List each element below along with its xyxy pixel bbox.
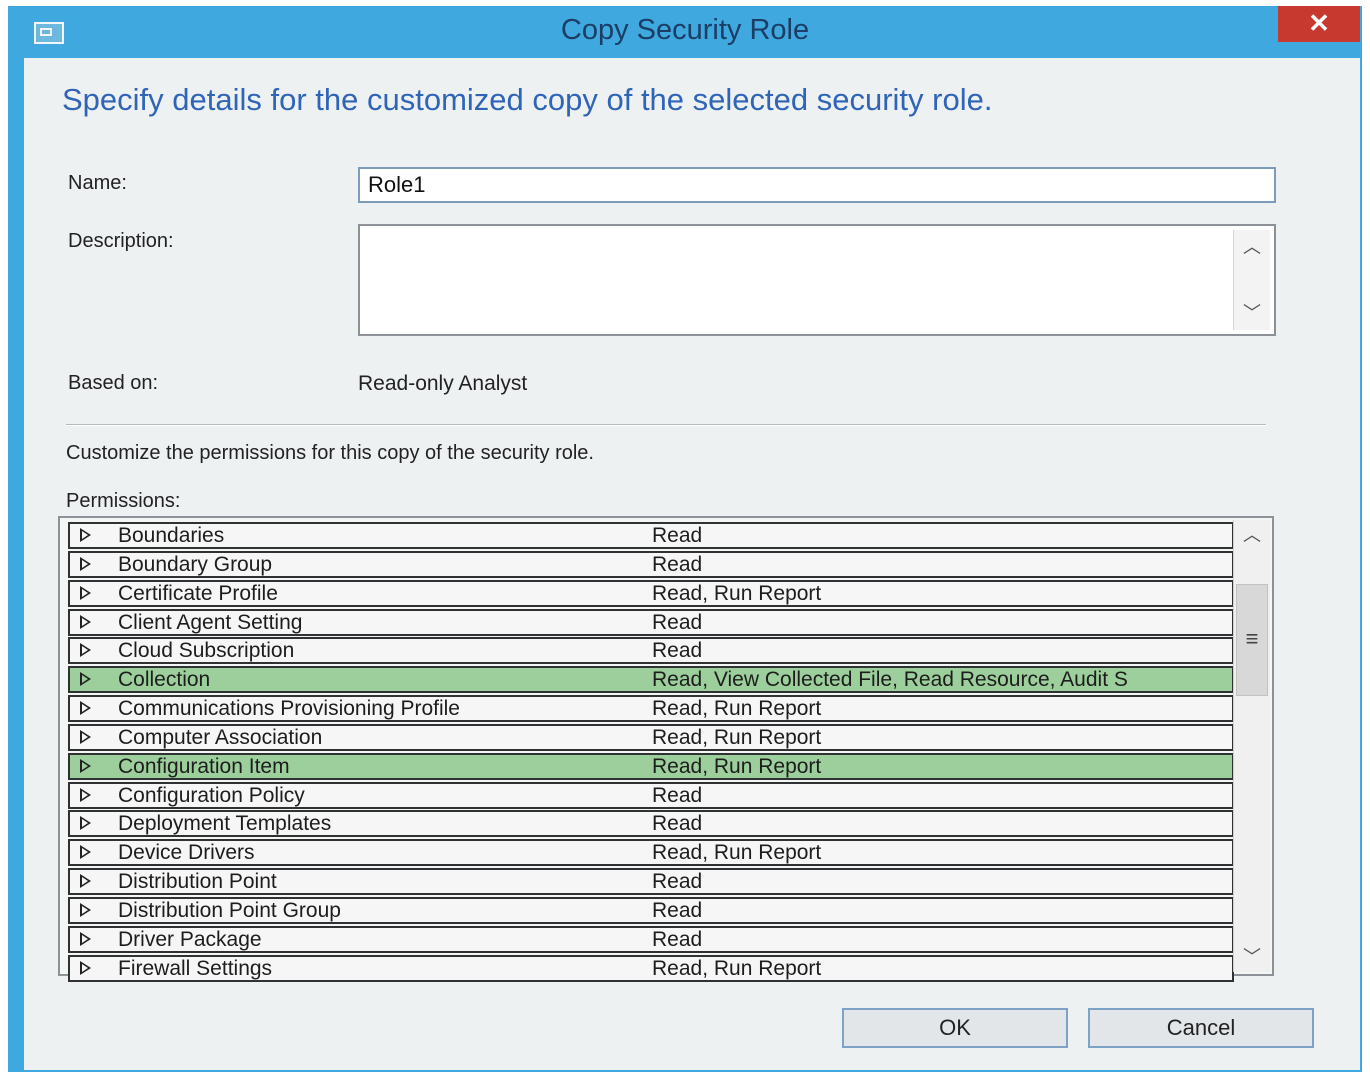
cancel-button[interactable]: Cancel [1088, 1008, 1314, 1048]
permission-value: Read [652, 524, 703, 547]
based-on-label: Based on: [68, 372, 159, 394]
permission-row[interactable]: Boundaries Read [68, 522, 1234, 549]
expand-arrow-icon[interactable] [80, 701, 91, 716]
scroll-down-icon[interactable]: ﹀ [1234, 298, 1270, 328]
permission-name: Collection [118, 668, 211, 692]
permission-name: Distribution Point [118, 870, 277, 894]
expand-arrow-icon[interactable] [80, 874, 91, 889]
based-on-value: Read-only Analyst [358, 372, 528, 395]
permission-value: Read [652, 639, 703, 663]
permission-value: Read, View Collected File, Read Resource… [652, 668, 1128, 692]
permission-row[interactable]: Communications Provisioning Profile Read,… [68, 695, 1234, 723]
permission-row[interactable]: Certificate Profile Read, Run Report [68, 579, 1234, 607]
name-label: Name: [68, 172, 127, 194]
permission-row[interactable]: Client Agent Setting Read [68, 608, 1234, 636]
expand-arrow-icon[interactable] [80, 845, 91, 860]
customize-instructions: Customize the permissions for this copy … [66, 442, 594, 464]
permission-name: Driver Package [118, 927, 262, 951]
expand-arrow-icon[interactable] [80, 643, 91, 658]
permission-name: Boundaries [118, 524, 225, 547]
expand-arrow-icon[interactable] [80, 672, 91, 687]
permission-value: Read, Run Report [652, 754, 822, 778]
permission-name: Configuration Item [118, 754, 290, 778]
expand-arrow-icon[interactable] [80, 556, 91, 571]
expand-arrow-icon[interactable] [80, 902, 91, 917]
permissions-scrollbar[interactable]: ︿ ≡ ﹀ [1233, 520, 1270, 972]
permission-value: Read, Run Report [652, 697, 822, 721]
permission-value: Read, Run Report [652, 956, 822, 980]
name-field[interactable] [358, 167, 1276, 203]
dialog-body: Specify details for the customized copy … [24, 58, 1360, 1070]
permission-row[interactable]: Distribution Point Group Read [68, 896, 1234, 924]
scroll-down-icon[interactable]: ﹀ [1234, 942, 1270, 972]
dialog-heading: Specify details for the customized copy … [62, 82, 993, 117]
permission-value: Read [652, 610, 703, 634]
permission-value: Read [652, 898, 703, 922]
permission-name: Certificate Profile [118, 581, 278, 605]
scroll-thumb[interactable]: ≡ [1236, 584, 1268, 696]
permission-row[interactable]: Computer Association Read, Run Report [68, 723, 1234, 751]
permission-value: Read [652, 812, 703, 836]
permission-value: Read, Run Report [652, 841, 822, 865]
permission-row[interactable]: Distribution Point Read [68, 868, 1234, 896]
scroll-up-icon[interactable]: ︿ [1234, 520, 1270, 550]
permission-name: Cloud Subscription [118, 639, 295, 663]
permission-row[interactable]: Boundary Group Read [68, 550, 1234, 578]
permissions-label: Permissions: [66, 490, 181, 512]
permission-name: Communications Provisioning Profile [118, 697, 460, 721]
expand-arrow-icon[interactable] [80, 931, 91, 946]
permission-name: Boundary Group [118, 552, 273, 576]
permission-name: Firewall Settings [118, 956, 273, 980]
permission-row[interactable]: Device Drivers Read, Run Report [68, 839, 1234, 867]
description-label: Description: [68, 230, 174, 252]
description-field[interactable] [360, 226, 1232, 334]
permission-value: Read [652, 927, 703, 951]
separator [66, 424, 1266, 426]
permission-name: Computer Association [118, 725, 323, 749]
permission-name: Distribution Point Group [118, 898, 341, 922]
description-box: ︿ ﹀ [358, 224, 1276, 336]
ok-button[interactable]: OK [842, 1008, 1068, 1048]
permission-name: Deployment Templates [118, 812, 332, 836]
copy-security-role-dialog: Copy Security Role ✕ Specify details for… [8, 6, 1362, 1072]
permission-row[interactable]: Collection Read, View Collected File, Rea… [68, 666, 1234, 694]
permission-row[interactable]: Configuration Item Read, Run Report [68, 752, 1234, 780]
close-button[interactable]: ✕ [1278, 6, 1360, 42]
permission-name: Client Agent Setting [118, 610, 303, 634]
permission-name: Device Drivers [118, 841, 255, 865]
permissions-list[interactable]: Boundaries Read Boundary Group Read Certific… [58, 516, 1274, 982]
permission-value: Read, Run Report [652, 581, 822, 605]
permission-row[interactable]: Driver Package Read [68, 925, 1234, 953]
permission-value: Read [652, 870, 703, 894]
window-title: Copy Security Role [560, 14, 810, 46]
permission-value: Read, Run Report [652, 725, 822, 749]
expand-arrow-icon[interactable] [80, 729, 91, 744]
expand-arrow-icon[interactable] [80, 528, 91, 542]
permission-row[interactable]: Deployment Templates Read [68, 810, 1234, 838]
expand-arrow-icon[interactable] [80, 585, 91, 600]
title-bar[interactable]: Copy Security Role ✕ [8, 6, 1362, 58]
description-scrollbar[interactable]: ︿ ﹀ [1233, 230, 1270, 330]
permissions-rows: Boundaries Read Boundary Group Read Certific… [68, 522, 1234, 984]
permission-row[interactable]: Configuration Policy Read [68, 781, 1234, 809]
expand-arrow-icon[interactable] [80, 758, 91, 773]
permission-name: Configuration Policy [118, 783, 305, 807]
scroll-up-icon[interactable]: ︿ [1234, 232, 1270, 262]
permission-value: Read [652, 552, 703, 576]
expand-arrow-icon[interactable] [80, 787, 91, 802]
expand-arrow-icon[interactable] [80, 816, 91, 831]
expand-arrow-icon[interactable] [80, 960, 91, 975]
permission-row[interactable]: Cloud Subscription Read [68, 637, 1234, 665]
permission-row[interactable]: Firewall Settings Read, Run Report [68, 954, 1234, 982]
expand-arrow-icon[interactable] [80, 614, 91, 629]
permission-value: Read [652, 783, 703, 807]
